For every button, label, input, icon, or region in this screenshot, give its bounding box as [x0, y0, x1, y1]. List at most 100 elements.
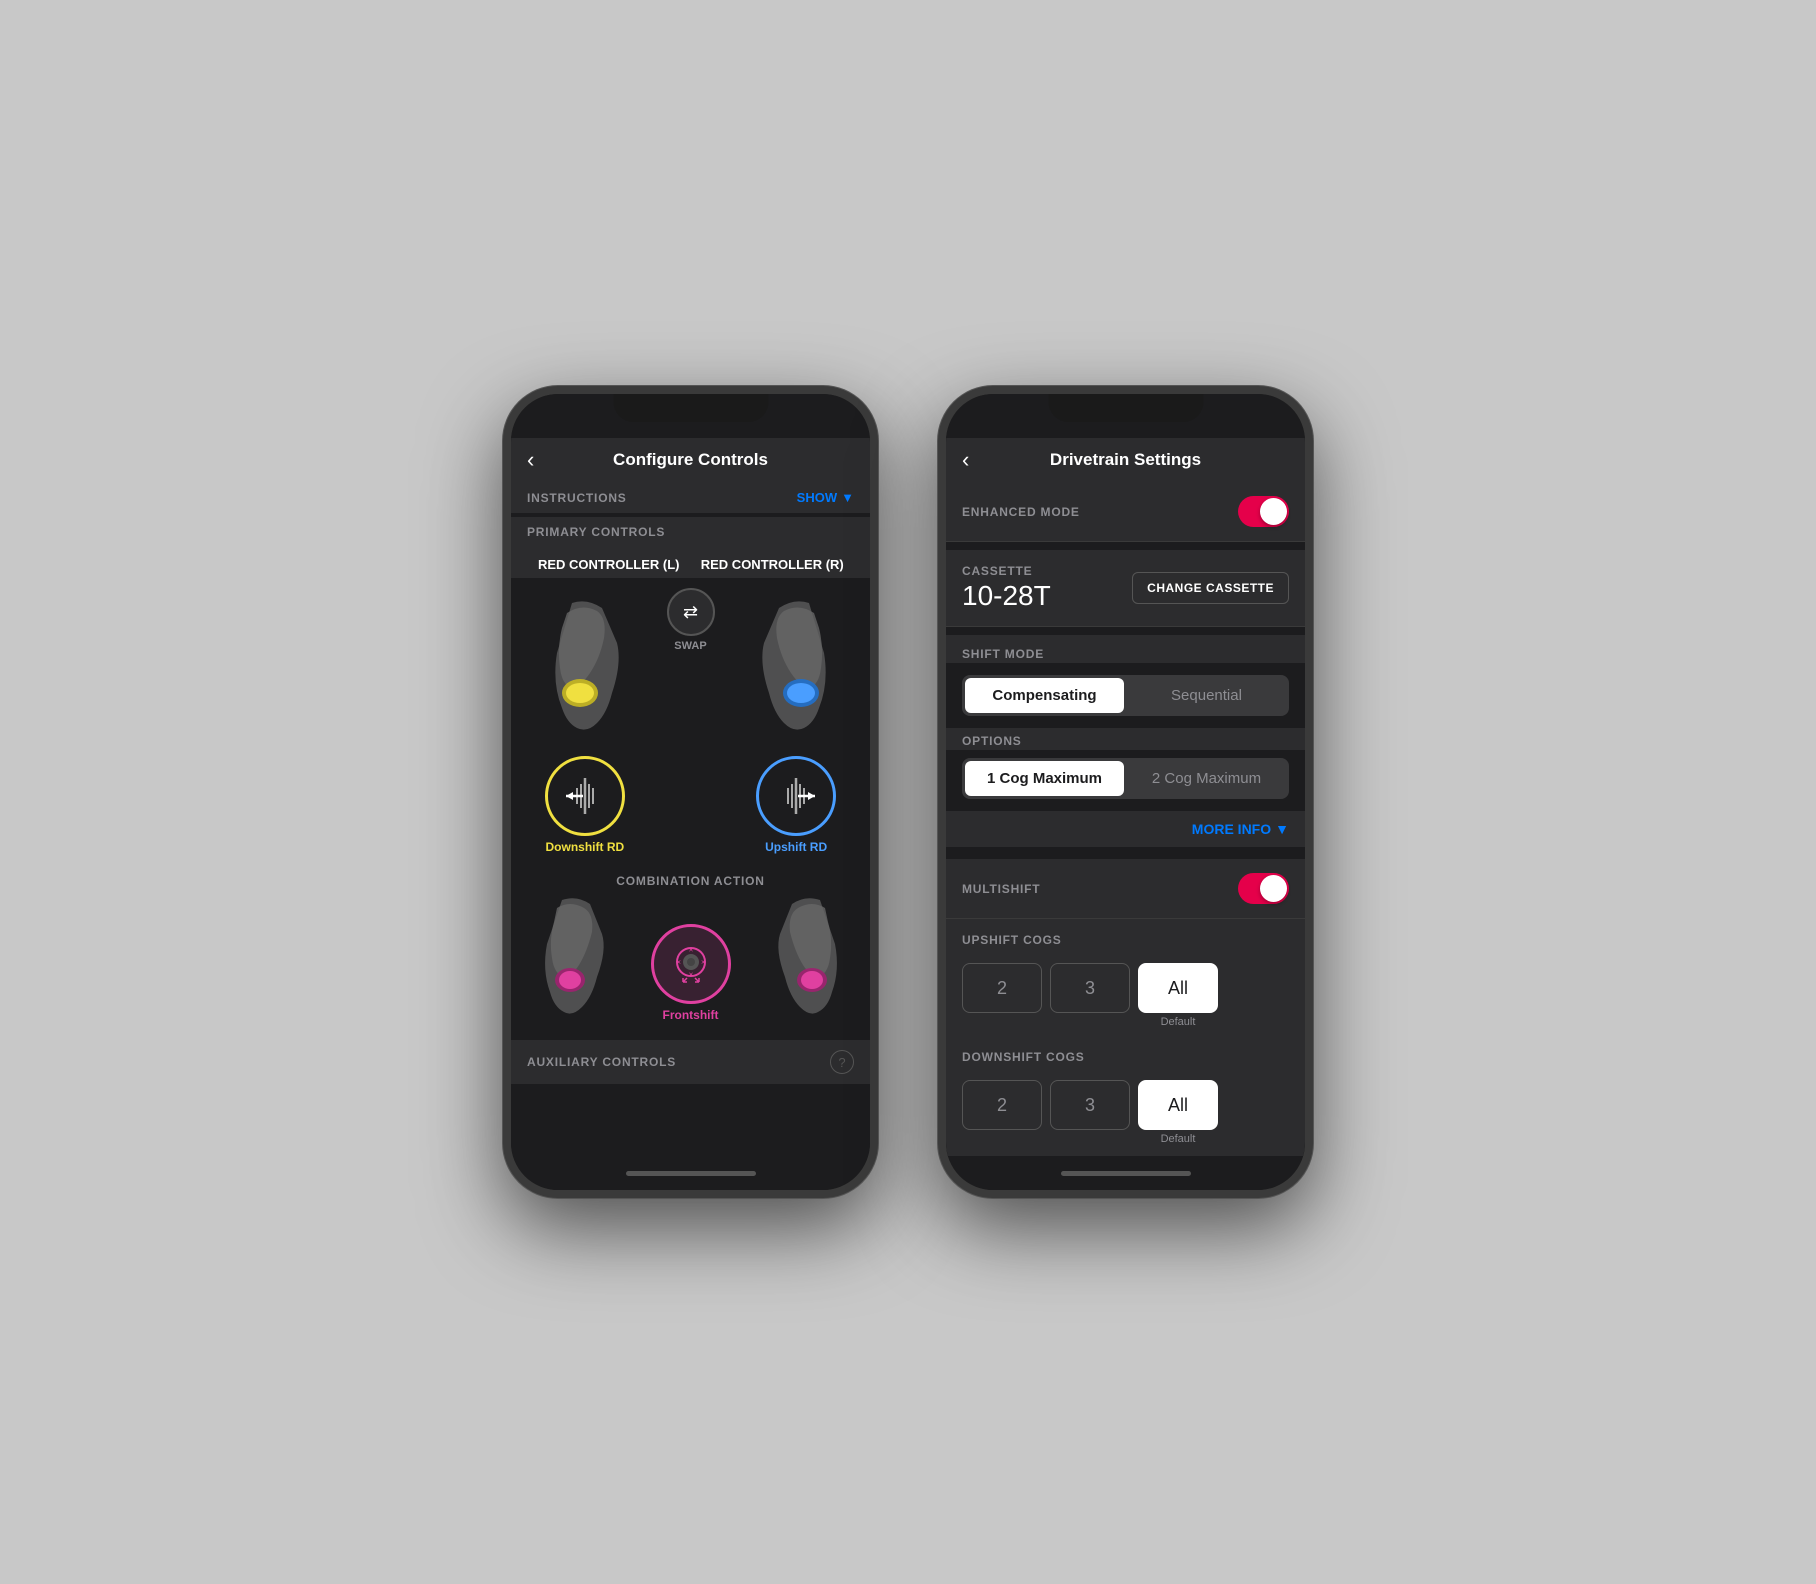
- cassette-row: CASSETTE 10-28T CHANGE CASSETTE: [946, 550, 1305, 627]
- page-title-right: Drivetrain Settings: [1050, 450, 1201, 470]
- action-circles-row: Downshift RD: [527, 756, 854, 854]
- downshift-default-label: Default: [1138, 1130, 1218, 1145]
- options-label: OPTIONS: [962, 734, 1022, 748]
- primary-controls-label: PRIMARY CONTROLS: [527, 525, 665, 539]
- downshift-cog-all[interactable]: All: [1138, 1080, 1218, 1130]
- upshift-default-label: Default: [1138, 1013, 1218, 1028]
- spacer1: [946, 1036, 1305, 1044]
- two-cog-btn[interactable]: 2 Cog Maximum: [1127, 761, 1286, 796]
- right-screen: ‹ Drivetrain Settings ENHANCED MODE CASS…: [946, 394, 1305, 1190]
- more-info-button-1[interactable]: MORE INFO ▼: [1192, 821, 1289, 837]
- home-indicator: [511, 1156, 870, 1190]
- options-segment: 1 Cog Maximum 2 Cog Maximum: [962, 758, 1289, 799]
- downshift-cogs-label: DOWNSHIFT COGS: [962, 1050, 1085, 1064]
- controller-right-label: RED CONTROLLER (R): [691, 557, 855, 572]
- controller-left-label: RED CONTROLLER (L): [527, 557, 691, 572]
- auxiliary-controls-bar: AUXILIARY CONTROLS ?: [511, 1040, 870, 1084]
- downshift-cog-3[interactable]: 3: [1050, 1080, 1130, 1130]
- left-lever-svg: [532, 593, 662, 743]
- show-button[interactable]: SHOW ▼: [797, 490, 854, 505]
- options-section: OPTIONS: [946, 728, 1305, 750]
- instructions-label: INSTRUCTIONS: [527, 491, 627, 505]
- primary-controls-header: PRIMARY CONTROLS: [511, 517, 870, 547]
- upshift-cog-3[interactable]: 3: [1050, 963, 1130, 1013]
- left-lever-container: [527, 588, 667, 748]
- upshift-label: Upshift RD: [765, 840, 827, 854]
- downshift-cogs-header: DOWNSHIFT COGS: [946, 1044, 1305, 1072]
- frontshift-circle[interactable]: [651, 924, 731, 1004]
- downshift-cog-all-container: All Default: [1138, 1080, 1218, 1145]
- phone-notch: [613, 394, 768, 422]
- downshift-icon: [561, 778, 609, 814]
- enhanced-mode-label: ENHANCED MODE: [962, 505, 1080, 519]
- downshift-cog-2[interactable]: 2: [962, 1080, 1042, 1130]
- instructions-header: INSTRUCTIONS SHOW ▼: [511, 482, 870, 513]
- divider3: [946, 847, 1305, 859]
- cassette-info: CASSETTE 10-28T: [962, 564, 1051, 612]
- combo-right-svg: [740, 892, 850, 1022]
- shift-mode-segment: Compensating Sequential: [962, 675, 1289, 716]
- cassette-label: CASSETTE: [962, 564, 1051, 578]
- right-lever-svg: [719, 593, 849, 743]
- control-diagram: ⇄ SWAP: [511, 578, 870, 1040]
- levers-row: ⇄ SWAP: [527, 588, 854, 748]
- shift-mode-section: SHIFT MODE: [946, 635, 1305, 663]
- screen-content: INSTRUCTIONS SHOW ▼ PRIMARY CONTROLS RED…: [511, 482, 870, 1156]
- swap-circle: ⇄: [667, 588, 715, 636]
- swap-label: SWAP: [674, 640, 706, 652]
- upshift-container: Upshift RD: [756, 756, 836, 854]
- frontshift-label: Frontshift: [663, 1008, 719, 1022]
- page-title: Configure Controls: [613, 450, 768, 470]
- left-phone: ‹ Configure Controls INSTRUCTIONS SHOW ▼…: [503, 386, 878, 1198]
- combo-left-lever: [532, 892, 642, 1022]
- upshift-cog-all[interactable]: All: [1138, 963, 1218, 1013]
- more-info-row-1: MORE INFO ▼: [946, 811, 1305, 847]
- frontshift-icon: [669, 942, 713, 986]
- upshift-icon: [772, 778, 820, 814]
- frontshift-container: Frontshift: [651, 924, 731, 1022]
- phone-notch-right: [1048, 394, 1203, 422]
- divider1: [946, 542, 1305, 550]
- enhanced-mode-toggle[interactable]: [1238, 496, 1289, 527]
- help-button[interactable]: ?: [830, 1050, 854, 1074]
- back-button[interactable]: ‹: [527, 447, 534, 473]
- home-bar-right: [1061, 1171, 1191, 1176]
- change-cassette-button[interactable]: CHANGE CASSETTE: [1132, 572, 1289, 604]
- left-screen: ‹ Configure Controls INSTRUCTIONS SHOW ▼…: [511, 394, 870, 1190]
- combination-label: COMBINATION ACTION: [616, 874, 764, 888]
- swap-button[interactable]: ⇄ SWAP: [667, 588, 715, 748]
- auxiliary-controls-label: AUXILIARY CONTROLS: [527, 1055, 676, 1069]
- back-button-right[interactable]: ‹: [962, 447, 969, 473]
- multishift-toggle-thumb: [1260, 875, 1287, 902]
- upshift-cogs-header: UPSHIFT COGS: [946, 919, 1305, 955]
- downshift-container: Downshift RD: [545, 756, 625, 854]
- controllers-header: RED CONTROLLER (L) RED CONTROLLER (R): [511, 547, 870, 578]
- upshift-cog-all-container: All Default: [1138, 963, 1218, 1028]
- shift-mode-label: SHIFT MODE: [962, 647, 1044, 661]
- multishift-toggle[interactable]: [1238, 873, 1289, 904]
- combo-right-lever: [740, 892, 850, 1022]
- upshift-circle[interactable]: [756, 756, 836, 836]
- downshift-cog-row: 2 3 All Default: [946, 1072, 1305, 1153]
- divider2: [946, 627, 1305, 635]
- multishift-label: MULTISHIFT: [962, 882, 1040, 896]
- center-space: [660, 756, 720, 854]
- enhanced-mode-row: ENHANCED MODE: [946, 482, 1305, 542]
- upshift-cog-row: 2 3 All Default: [946, 955, 1305, 1036]
- right-lever-container: [715, 588, 855, 748]
- compensating-btn[interactable]: Compensating: [965, 678, 1124, 713]
- downshift-circle[interactable]: [545, 756, 625, 836]
- combo-row: Frontshift: [527, 892, 854, 1022]
- sequential-btn[interactable]: Sequential: [1127, 678, 1286, 713]
- combo-left-svg: [532, 892, 642, 1022]
- upshift-cog-2[interactable]: 2: [962, 963, 1042, 1013]
- home-bar: [626, 1171, 756, 1176]
- right-phone: ‹ Drivetrain Settings ENHANCED MODE CASS…: [938, 386, 1313, 1198]
- upshift-cogs-label: UPSHIFT COGS: [962, 933, 1062, 947]
- toggle-thumb: [1260, 498, 1287, 525]
- one-cog-btn[interactable]: 1 Cog Maximum: [965, 761, 1124, 796]
- nav-bar: ‹ Configure Controls: [511, 438, 870, 482]
- nav-bar-right: ‹ Drivetrain Settings: [946, 438, 1305, 482]
- cassette-value: 10-28T: [962, 580, 1051, 612]
- home-indicator-right: [946, 1156, 1305, 1190]
